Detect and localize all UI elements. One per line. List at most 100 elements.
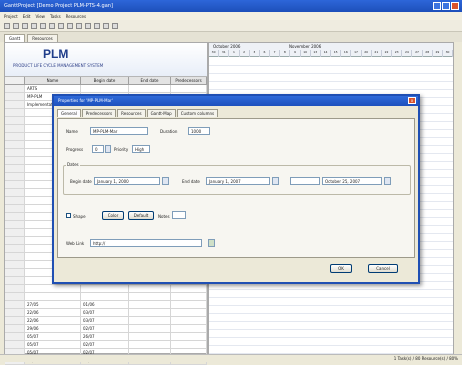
progress-field[interactable]: 0 xyxy=(92,145,104,153)
table-cell[interactable] xyxy=(5,149,25,156)
tab-resources[interactable]: Resources xyxy=(27,34,58,42)
table-cell[interactable] xyxy=(5,341,25,348)
table-cell[interactable] xyxy=(5,141,25,148)
new-icon[interactable] xyxy=(4,22,10,29)
table-cell[interactable]: 22/06 xyxy=(25,317,81,324)
table-cell[interactable] xyxy=(5,133,25,140)
table-cell[interactable] xyxy=(171,285,207,292)
table-row[interactable]: ARTS xyxy=(5,85,207,93)
column-header-end-date[interactable]: End date xyxy=(129,77,171,84)
table-row[interactable]: 05/07 26/07 xyxy=(5,333,207,341)
table-cell[interactable]: 03/07 xyxy=(81,317,129,324)
table-cell[interactable]: 22/06 xyxy=(25,309,81,316)
save-icon[interactable] xyxy=(22,22,28,29)
begin-date-calendar-icon[interactable] xyxy=(162,177,169,185)
open-icon[interactable] xyxy=(13,22,19,29)
table-row[interactable] xyxy=(5,285,207,293)
table-cell[interactable] xyxy=(5,221,25,228)
table-cell[interactable] xyxy=(129,341,171,348)
maximize-icon[interactable] xyxy=(442,2,450,10)
open-link-icon[interactable] xyxy=(208,239,215,247)
name-field[interactable]: MP-PLM-Mar xyxy=(90,127,148,135)
table-cell[interactable] xyxy=(25,293,81,300)
table-cell[interactable] xyxy=(81,85,129,92)
minimize-icon[interactable] xyxy=(433,2,441,10)
color-button[interactable]: Color xyxy=(102,211,124,220)
menu-project[interactable]: Project xyxy=(4,14,18,19)
third-date-label-field[interactable] xyxy=(290,177,320,185)
table-cell[interactable] xyxy=(129,301,171,308)
table-cell[interactable]: 26/07 xyxy=(81,333,129,340)
table-cell[interactable] xyxy=(5,197,25,204)
default-button[interactable]: Default xyxy=(128,211,154,220)
table-cell[interactable] xyxy=(129,309,171,316)
priority-select[interactable]: High xyxy=(132,145,150,153)
tab-custom-columns[interactable]: Custom columns xyxy=(176,109,219,117)
table-cell[interactable] xyxy=(171,293,207,300)
menu-resources[interactable]: Resources xyxy=(66,14,86,19)
table-cell[interactable] xyxy=(5,125,25,132)
duration-field[interactable]: 1000 xyxy=(188,127,210,135)
table-cell[interactable]: 29/06 xyxy=(25,325,81,332)
table-cell[interactable] xyxy=(5,117,25,124)
table-cell[interactable] xyxy=(5,333,25,340)
tab-resources[interactable]: Resources xyxy=(117,109,146,117)
column-header-predecessors[interactable]: Predecessors xyxy=(171,77,207,84)
table-cell[interactable] xyxy=(5,165,25,172)
table-cell[interactable] xyxy=(129,285,171,292)
table-cell[interactable] xyxy=(5,173,25,180)
table-row[interactable]: 27/05 01/06 xyxy=(5,301,207,309)
dialog-close-button[interactable]: x xyxy=(408,97,416,104)
end-date-field[interactable]: January 1, 2007 xyxy=(206,177,270,185)
table-cell[interactable] xyxy=(129,333,171,340)
table-row[interactable] xyxy=(5,293,207,301)
table-cell[interactable] xyxy=(5,285,25,292)
begin-date-field[interactable]: January 1, 2000 xyxy=(94,177,160,185)
column-header-begin-date[interactable]: Begin date xyxy=(81,77,129,84)
table-cell[interactable] xyxy=(5,253,25,260)
table-cell[interactable] xyxy=(81,285,129,292)
table-row[interactable]: 22/06 03/07 xyxy=(5,309,207,317)
table-cell[interactable]: 01/06 xyxy=(81,301,129,308)
table-cell[interactable] xyxy=(5,269,25,276)
copy-icon[interactable] xyxy=(49,22,55,29)
table-cell[interactable] xyxy=(171,309,207,316)
zoom-in-icon[interactable] xyxy=(103,22,109,29)
table-cell[interactable] xyxy=(129,325,171,332)
table-cell[interactable]: 05/07 xyxy=(25,333,81,340)
table-cell[interactable]: 27/05 xyxy=(25,301,81,308)
paste-icon[interactable] xyxy=(58,22,64,29)
table-cell[interactable]: 02/07 xyxy=(81,325,129,332)
table-cell[interactable] xyxy=(5,189,25,196)
menu-edit[interactable]: Edit xyxy=(23,14,31,19)
table-cell[interactable] xyxy=(5,157,25,164)
table-cell[interactable] xyxy=(5,101,25,108)
ok-button[interactable]: OK xyxy=(330,264,352,273)
table-cell[interactable] xyxy=(129,317,171,324)
table-cell[interactable] xyxy=(5,325,25,332)
table-cell[interactable] xyxy=(5,277,25,284)
end-date-calendar-icon[interactable] xyxy=(272,177,279,185)
delete-task-icon[interactable] xyxy=(76,22,82,29)
menu-tasks[interactable]: Tasks xyxy=(50,14,61,19)
close-icon[interactable] xyxy=(451,2,459,10)
tab-predecessors[interactable]: Predecessors xyxy=(81,109,117,117)
indent-icon[interactable] xyxy=(85,22,91,29)
menu-view[interactable]: View xyxy=(35,14,45,19)
table-cell[interactable] xyxy=(5,181,25,188)
third-date-field[interactable]: October 25, 2007 xyxy=(322,177,382,185)
unindent-icon[interactable] xyxy=(94,22,100,29)
table-cell[interactable] xyxy=(5,301,25,308)
table-cell[interactable] xyxy=(5,229,25,236)
table-cell[interactable] xyxy=(5,245,25,252)
table-row[interactable]: 22/06 03/07 xyxy=(5,317,207,325)
table-cell[interactable] xyxy=(171,301,207,308)
cancel-button[interactable]: Cancel xyxy=(368,264,398,273)
table-cell[interactable] xyxy=(129,293,171,300)
third-date-calendar-icon[interactable] xyxy=(384,177,391,185)
table-row[interactable]: 05/07 02/07 xyxy=(5,341,207,349)
table-cell[interactable]: 05/07 xyxy=(25,341,81,348)
table-cell[interactable] xyxy=(25,285,81,292)
table-cell[interactable] xyxy=(5,293,25,300)
tab-general[interactable]: General xyxy=(57,109,81,117)
